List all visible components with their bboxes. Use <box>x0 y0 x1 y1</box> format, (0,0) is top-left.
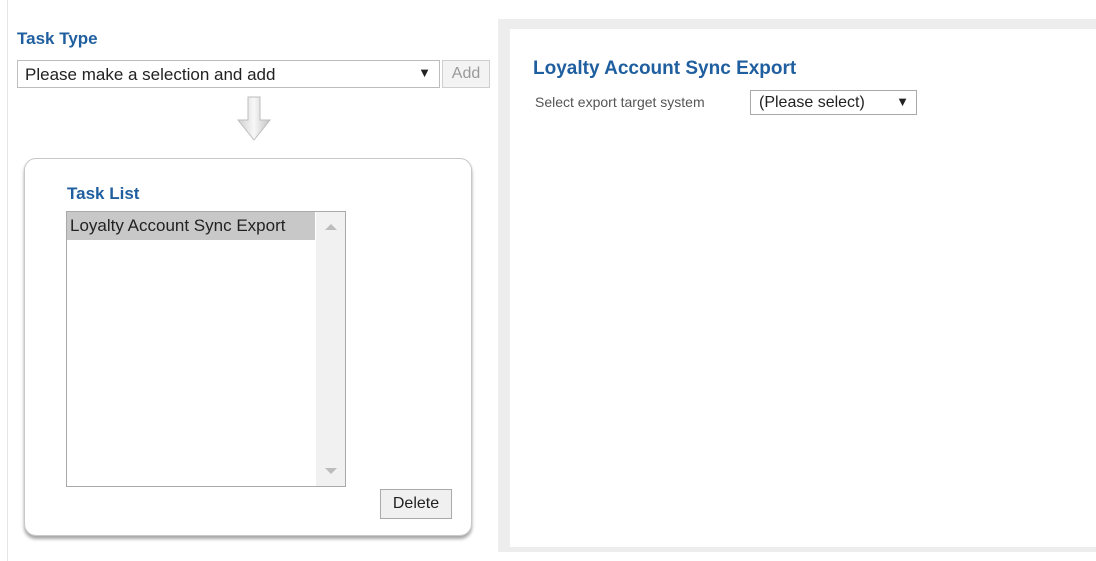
chevron-down-icon: ▼ <box>418 65 431 80</box>
export-target-select-value: (Please select) <box>759 94 865 111</box>
delete-button[interactable]: Delete <box>380 489 452 519</box>
task-list-panel: Task List Loyalty Account Sync Export De… <box>24 158 472 536</box>
list-item[interactable]: Loyalty Account Sync Export <box>67 212 315 240</box>
task-type-select-value: Please make a selection and add <box>25 65 276 84</box>
task-type-select[interactable]: Please make a selection and add ▼ <box>17 60 440 88</box>
export-target-label: Select export target system <box>535 94 705 110</box>
scroll-up-icon[interactable] <box>325 224 337 230</box>
scroll-down-icon[interactable] <box>325 468 337 474</box>
left-border <box>7 0 8 561</box>
export-panel: Loyalty Account Sync Export Select expor… <box>510 29 1096 547</box>
chevron-down-icon: ▼ <box>896 94 909 109</box>
arrow-down-icon <box>236 96 272 141</box>
export-target-select[interactable]: (Please select) ▼ <box>750 90 917 115</box>
task-list-title: Task List <box>67 184 140 203</box>
add-button[interactable]: Add <box>442 60 490 88</box>
scrollbar[interactable] <box>316 212 345 486</box>
export-panel-frame: Loyalty Account Sync Export Select expor… <box>498 19 1096 552</box>
task-list-box[interactable]: Loyalty Account Sync Export <box>66 211 346 487</box>
export-title: Loyalty Account Sync Export <box>533 58 797 79</box>
task-type-title: Task Type <box>17 29 98 48</box>
